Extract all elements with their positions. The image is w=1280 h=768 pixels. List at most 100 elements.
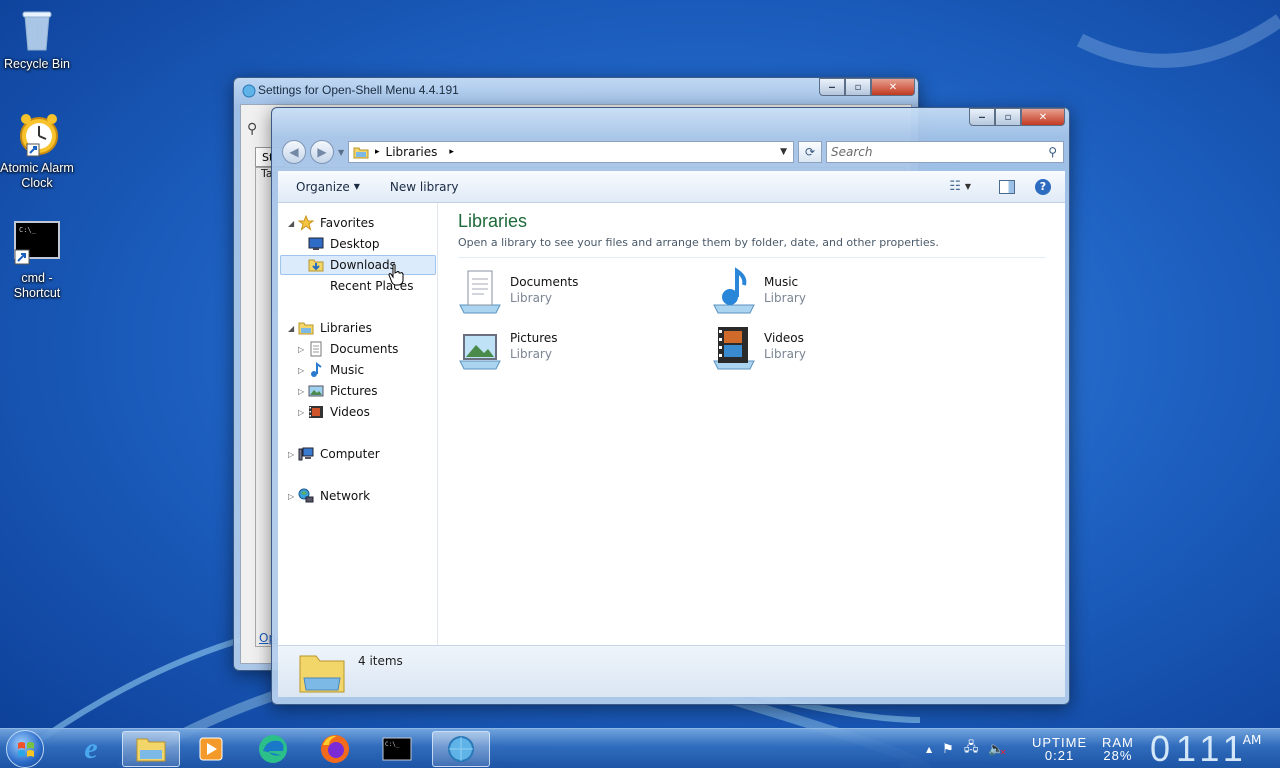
firefox-icon [321,735,349,763]
recycle-bin-icon [13,6,61,54]
internet-explorer-icon: e [84,732,98,765]
volume-muted-icon[interactable]: 🔈 ✕ [988,742,1006,757]
nav-favorites-label: Favorites [320,216,375,230]
expanded-arrow-icon[interactable]: ◢ [288,219,298,228]
back-button[interactable]: ◀ [282,140,306,164]
nav-network[interactable]: ▷ Network [288,486,370,506]
maximize-button[interactable]: ▫ [845,78,871,96]
computer-icon [298,447,314,461]
page-subtitle: Open a library to see your files and arr… [458,236,939,249]
ram-widget: RAM 28% [1102,729,1134,768]
music-icon [311,362,322,377]
downloads-folder-icon [308,259,324,272]
clock[interactable]: 0111 AM [1150,729,1261,768]
svg-text:C:\_: C:\_ [19,226,37,234]
navigation-bar: ◀ ▶ ▼ ▸ Libraries ▸ ▼ ⟳ Search ⚲ [280,138,1064,164]
explorer-window[interactable]: ‒ ▫ ✕ ◀ ▶ ▼ ▸ Libraries ▸ ▼ ⟳ Search ⚲ O… [271,107,1070,705]
desktop-icon-recycle-bin[interactable]: Recycle Bin [0,6,74,72]
taskbar-cmd[interactable]: C:\_ [368,731,426,767]
collapsed-arrow-icon[interactable]: ▷ [298,366,308,375]
close-button[interactable]: ✕ [1021,108,1065,126]
nav-videos[interactable]: ▷ Videos [298,402,370,422]
nav-music[interactable]: ▷ Music [298,360,364,380]
library-name: Videos [764,331,804,345]
flag-icon[interactable]: ⚑ [942,742,954,757]
taskbar-edge[interactable] [244,731,302,767]
desktop-icon-label: Recycle Bin [4,57,70,71]
taskbar-internet-explorer[interactable]: e [62,731,120,767]
library-videos[interactable]: Videos Library [710,323,950,373]
nav-favorites[interactable]: ◢ Favorites [288,213,374,233]
help-icon[interactable]: ? [1035,178,1051,195]
uptime-widget: UPTIME 0:21 [1032,729,1087,768]
recent-pages-dropdown[interactable]: ▼ [338,148,344,157]
nav-network-label: Network [320,489,371,503]
desktop-icon-atomic-alarm-clock[interactable]: Atomic Alarm Clock [0,110,74,191]
nav-documents[interactable]: ▷ Documents [298,339,398,359]
collapsed-arrow-icon[interactable]: ▷ [288,492,298,501]
view-options-icon[interactable]: ☷ [949,179,961,194]
maximize-button[interactable]: ▫ [995,108,1021,126]
collapsed-arrow-icon[interactable]: ▷ [298,408,308,417]
address-root-arrow[interactable]: ▸ [375,147,380,157]
close-button[interactable]: ✕ [871,78,915,96]
cmd-icon: C:\_ [382,737,412,761]
uptime-value: 0:21 [1044,748,1075,763]
desktop-icon-label: cmd - Shortcut [13,271,61,300]
search-box[interactable]: Search ⚲ [826,141,1064,163]
nav-desktop[interactable]: Desktop [308,234,380,254]
divider [458,257,1046,258]
nav-pictures[interactable]: ▷ Pictures [298,381,378,401]
new-library-button[interactable]: New library [390,180,459,194]
library-music[interactable]: Music Library [710,267,950,317]
desktop-icon-label: Atomic Alarm Clock [0,161,74,190]
taskbar-explorer[interactable] [122,731,180,767]
address-dropdown-icon[interactable]: ▼ [780,147,787,157]
search-icon: ⚲ [1048,145,1057,159]
network-icon [298,488,314,503]
show-hidden-icons-button[interactable]: ▲ [926,745,932,754]
page-title: Libraries [458,211,528,231]
desktop-icon-cmd-shortcut[interactable]: C:\_ cmd - Shortcut [0,220,74,301]
nav-libraries[interactable]: ◢ Libraries [288,318,372,338]
nav-computer[interactable]: ▷ Computer [288,444,380,464]
library-documents[interactable]: Documents Library [456,267,696,317]
address-crumb-libraries[interactable]: Libraries [386,145,438,159]
pictures-library-icon [459,334,501,370]
minimize-button[interactable]: ‒ [969,108,995,126]
documents-icon [310,341,322,357]
windows-logo-icon [18,742,34,757]
svg-text:C:\_: C:\_ [385,741,400,748]
system-tray: ▲ ⚑ 🖧 🔈 ✕ [926,729,1007,768]
address-crumb-arrow[interactable]: ▸ [449,147,454,157]
minimize-button[interactable]: ‒ [819,78,845,96]
nav-documents-label: Documents [330,342,399,356]
address-bar[interactable]: ▸ Libraries ▸ ▼ [348,141,794,163]
expanded-arrow-icon[interactable]: ◢ [288,324,298,333]
open-shell-icon [242,84,256,98]
taskbar-media-player[interactable] [182,731,240,767]
clock-time: 0111 [1150,728,1249,768]
preview-pane-icon[interactable] [999,179,1015,194]
libraries-folder-icon [353,147,369,159]
library-type: Library [764,291,806,305]
taskbar-firefox[interactable] [306,731,364,767]
network-tray-icon[interactable]: 🖧 [964,738,979,760]
edge-icon [259,735,287,763]
collapsed-arrow-icon[interactable]: ▷ [298,387,308,396]
collapsed-arrow-icon[interactable]: ▷ [288,450,298,459]
nav-downloads[interactable]: Downloads [280,255,436,275]
collapsed-arrow-icon[interactable]: ▷ [298,345,308,354]
refresh-button[interactable]: ⟳ [798,141,822,163]
chevron-down-icon: ▼ [353,182,360,191]
start-button[interactable] [6,730,44,768]
library-pictures[interactable]: Pictures Library [456,323,696,373]
taskbar-open-shell-settings[interactable] [432,731,490,767]
view-dropdown-icon[interactable]: ▼ [965,182,971,191]
folder-icon [136,738,166,762]
organize-button[interactable]: Organize ▼ [296,180,360,194]
alarm-clock-icon [13,110,61,158]
forward-button[interactable]: ▶ [310,140,334,164]
search-icon: ⚲ [247,121,258,137]
settings-window-title: Settings for Open-Shell Menu 4.4.191 [258,83,459,97]
